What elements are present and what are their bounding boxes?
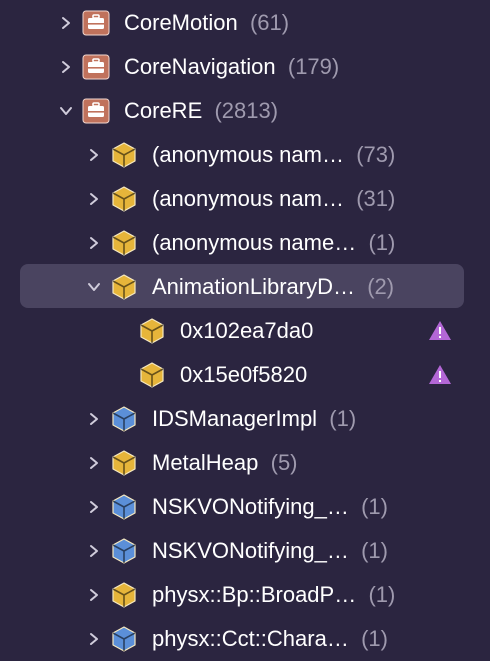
tree-row-label: physx::Bp::BroadP… (1) <box>152 573 395 617</box>
package-icon-yellow <box>110 273 138 301</box>
tree-row-label: CoreRE (2813) <box>124 89 278 133</box>
package-icon-blue <box>110 625 138 653</box>
tree-row-name: MetalHeap <box>152 450 259 475</box>
tree-row-label: physx::Cct::Chara… (1) <box>152 617 388 661</box>
chevron-right-icon[interactable] <box>86 543 102 559</box>
tree-row-count: (1) <box>348 494 388 519</box>
tree-row-name: 0x102ea7da0 <box>180 318 314 343</box>
tree-row-physx-bp-broadp[interactable]: physx::Bp::BroadP… (1) <box>0 573 490 617</box>
chevron-right-icon[interactable] <box>86 455 102 471</box>
package-icon-blue <box>110 537 138 565</box>
tree-row-animationlibraryd[interactable]: AnimationLibraryD… (2) <box>0 265 490 309</box>
memory-graph-tree: CoreMotion (61) CoreNavigation (179) CoreR… <box>0 0 490 658</box>
package-icon-yellow <box>110 229 138 257</box>
tree-row-name: NSKVONotifying_… <box>152 538 349 563</box>
tree-row-count: (31) <box>343 186 396 211</box>
chevron-right-icon[interactable] <box>86 587 102 603</box>
tree-row-name: 0x15e0f5820 <box>180 362 308 387</box>
tree-row-label: NSKVONotifying_… (1) <box>152 485 388 529</box>
tree-row-label: 0x15e0f5820 <box>180 353 307 397</box>
tree-row-name: (anonymous name… <box>152 230 357 255</box>
tree-row-label: MetalHeap (5) <box>152 441 298 485</box>
tree-row-corenavigation[interactable]: CoreNavigation (179) <box>0 45 490 89</box>
chevron-right-icon[interactable] <box>86 235 102 251</box>
package-icon-yellow <box>110 141 138 169</box>
chevron-right-icon[interactable] <box>86 631 102 647</box>
tree-row-name: NSKVONotifying_… <box>152 494 349 519</box>
tree-row-0x15e0f5820[interactable]: 0x15e0f5820 <box>0 353 490 397</box>
chevron-right-icon[interactable] <box>86 191 102 207</box>
tree-row-label: (anonymous name… (1) <box>152 221 395 265</box>
package-icon-yellow <box>110 449 138 477</box>
package-icon-yellow <box>138 317 166 345</box>
tree-row-anonymous-nam[interactable]: (anonymous nam… (73) <box>0 133 490 177</box>
tree-row-name: (anonymous nam… <box>152 186 344 211</box>
tree-row-name: IDSManagerImpl <box>152 406 318 431</box>
tree-row-label: IDSManagerImpl (1) <box>152 397 356 441</box>
tree-row-name: physx::Cct::Chara… <box>152 626 349 651</box>
tree-row-label: (anonymous nam… (73) <box>152 133 395 177</box>
tree-row-label: CoreMotion (61) <box>124 1 289 45</box>
tree-row-label: AnimationLibraryD… (2) <box>152 265 394 309</box>
toolbox-icon <box>82 9 110 37</box>
tree-row-idsmanagerimpl[interactable]: IDSManagerImpl (1) <box>0 397 490 441</box>
package-icon-blue <box>110 405 138 433</box>
tree-row-name: physx::Bp::BroadP… <box>152 582 357 607</box>
tree-row-count: (179) <box>275 54 340 79</box>
package-icon-yellow <box>110 581 138 609</box>
tree-row-nskvonotifying[interactable]: NSKVONotifying_… (1) <box>0 529 490 573</box>
chevron-right-icon[interactable] <box>58 59 74 75</box>
tree-row-count: (61) <box>237 10 290 35</box>
tree-row-count: (1) <box>348 626 388 651</box>
tree-row-count: (2) <box>354 274 395 299</box>
package-icon-yellow <box>138 361 166 389</box>
tree-row-physx-cct-chara[interactable]: physx::Cct::Chara… (1) <box>0 617 490 661</box>
tree-row-count: (1) <box>348 538 388 563</box>
chevron-right-icon[interactable] <box>58 15 74 31</box>
chevron-right-icon[interactable] <box>86 499 102 515</box>
chevron-right-icon[interactable] <box>86 411 102 427</box>
toolbox-icon <box>82 53 110 81</box>
warning-icon[interactable] <box>428 363 452 387</box>
tree-row-count: (1) <box>317 406 357 431</box>
tree-row-name: CoreNavigation <box>124 54 276 79</box>
tree-row-corere[interactable]: CoreRE (2813) <box>0 89 490 133</box>
tree-row-metalheap[interactable]: MetalHeap (5) <box>0 441 490 485</box>
chevron-right-icon[interactable] <box>86 147 102 163</box>
package-icon-blue <box>110 493 138 521</box>
tree-row-label: 0x102ea7da0 <box>180 309 313 353</box>
chevron-down-icon[interactable] <box>86 279 102 295</box>
tree-row-count: (73) <box>343 142 396 167</box>
tree-row-name: CoreMotion <box>124 10 238 35</box>
tree-row-label: (anonymous nam… (31) <box>152 177 395 221</box>
tree-row-count: (1) <box>356 582 396 607</box>
warning-icon[interactable] <box>428 319 452 343</box>
tree-row-name: AnimationLibraryD… <box>152 274 355 299</box>
toolbox-icon <box>82 97 110 125</box>
tree-row-count: (1) <box>356 230 396 255</box>
tree-row-coremotion[interactable]: CoreMotion (61) <box>0 1 490 45</box>
tree-row-count: (2813) <box>202 98 279 123</box>
tree-row-label: CoreNavigation (179) <box>124 45 339 89</box>
tree-row-anonymous-name[interactable]: (anonymous name… (1) <box>0 221 490 265</box>
tree-row-name: CoreRE <box>124 98 203 123</box>
package-icon-yellow <box>110 185 138 213</box>
tree-row-anonymous-nam[interactable]: (anonymous nam… (31) <box>0 177 490 221</box>
tree-row-0x102ea7da0[interactable]: 0x102ea7da0 <box>0 309 490 353</box>
tree-row-nskvonotifying[interactable]: NSKVONotifying_… (1) <box>0 485 490 529</box>
chevron-down-icon[interactable] <box>58 103 74 119</box>
tree-row-name: (anonymous nam… <box>152 142 344 167</box>
tree-row-label: NSKVONotifying_… (1) <box>152 529 388 573</box>
tree-row-count: (5) <box>258 450 298 475</box>
